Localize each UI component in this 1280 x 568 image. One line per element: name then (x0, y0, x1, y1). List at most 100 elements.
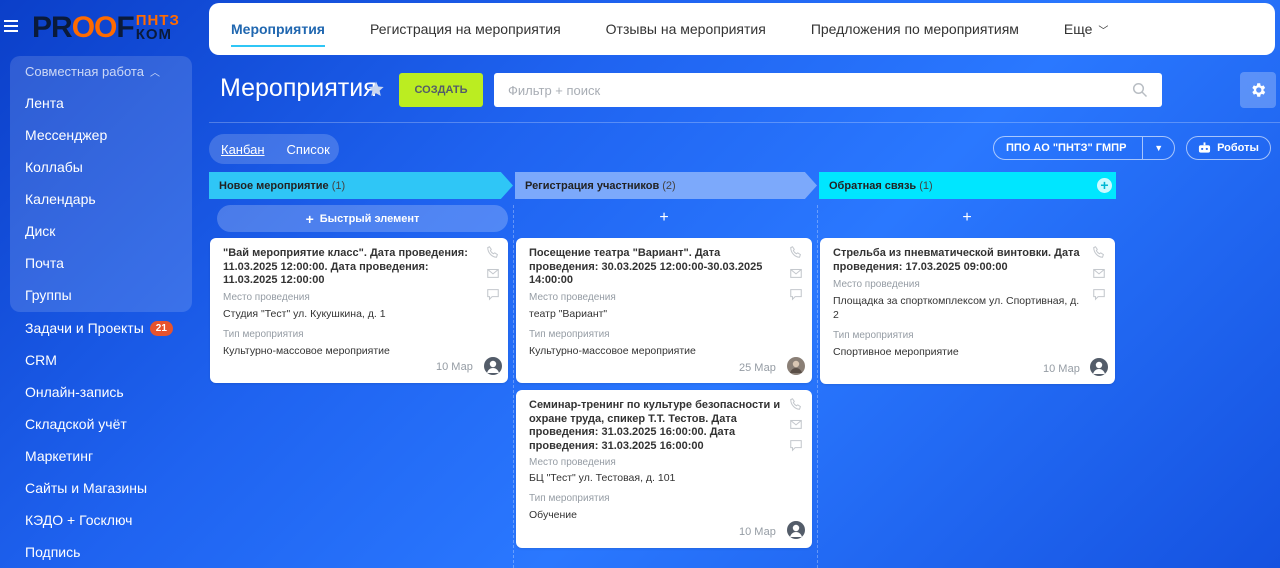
card-type-label: Тип мероприятия (833, 330, 914, 341)
sidebar-item-messenger[interactable]: Мессенджер (25, 127, 107, 143)
create-button[interactable]: СОЗДАТЬ (399, 73, 483, 107)
kanban-card[interactable]: Посещение театра "Вариант". Дата проведен… (516, 238, 812, 383)
tab-feedback[interactable]: Отзывы на мероприятия (606, 3, 766, 55)
kanban-card[interactable]: "Вай мероприятие класс". Дата проведения… (210, 238, 508, 383)
sidebar-item-tasks[interactable]: Задачи и Проекты 21 (25, 320, 173, 336)
sidebar-item-booking[interactable]: Онлайн-запись (25, 384, 124, 400)
card-date: 25 Мар (739, 362, 776, 374)
card-place-value: БЦ "Тест" ул. Тестовая, д. 101 (529, 472, 676, 484)
tab-more[interactable]: Еще ﹀ (1064, 3, 1109, 55)
add-column-icon[interactable]: + (1097, 178, 1112, 193)
sidebar-item-feed[interactable]: Лента (25, 95, 64, 111)
tasks-count-badge: 21 (149, 320, 173, 336)
phone-icon[interactable] (789, 397, 803, 411)
sidebar-item-marketing[interactable]: Маркетинг (25, 448, 93, 464)
column-header-feedback[interactable]: Обратная связь (1) (819, 172, 1116, 199)
card-title: Посещение театра "Вариант". Дата проведен… (529, 247, 763, 286)
card-date: 10 Мар (1043, 363, 1080, 375)
quick-add-button[interactable]: + Быстрый элемент (217, 205, 508, 232)
card-place-value: Студия "Тест" ул. Кукушкина, д. 1 (223, 308, 386, 320)
avatar[interactable] (1090, 358, 1108, 376)
add-card-button[interactable]: + (654, 209, 674, 227)
card-place-label: Место проведения (529, 457, 616, 468)
card-type-label: Тип мероприятия (529, 329, 610, 340)
card-title: Стрельба из пневматической винтовки. Дат… (833, 247, 1080, 273)
avatar[interactable] (787, 357, 805, 375)
chat-icon[interactable] (789, 438, 803, 452)
card-date: 10 Мар (739, 526, 776, 538)
mail-icon[interactable] (486, 266, 500, 280)
card-type-value: Обучение (529, 509, 578, 521)
phone-icon[interactable] (789, 245, 803, 259)
avatar[interactable] (787, 521, 805, 539)
column-separator (513, 205, 514, 568)
sidebar-item-collabs[interactable]: Коллабы (25, 159, 83, 175)
phone-icon[interactable] (1092, 245, 1106, 259)
kanban-card[interactable]: Семинар-тренинг по культуре безопасности… (516, 390, 812, 548)
logo-text: PROOF (32, 11, 135, 44)
sidebar-item-inventory[interactable]: Складской учёт (25, 416, 127, 432)
sidebar-item-disk[interactable]: Диск (25, 223, 55, 239)
user-icon (1093, 361, 1105, 374)
robot-icon (1199, 142, 1211, 153)
card-type-label: Тип мероприятия (529, 493, 610, 504)
phone-icon[interactable] (486, 245, 500, 259)
view-switcher: Канбан Список (209, 134, 339, 164)
avatar[interactable] (484, 357, 502, 375)
view-list[interactable]: Список (287, 142, 330, 157)
tab-registration[interactable]: Регистрация на мероприятия (370, 3, 561, 55)
card-place-label: Место проведения (529, 292, 616, 303)
card-title: Семинар-тренинг по культуре безопасности… (529, 399, 781, 452)
card-place-label: Место проведения (223, 292, 310, 303)
mail-icon[interactable] (1092, 266, 1106, 280)
sidebar-item-mail[interactable]: Почта (25, 255, 64, 271)
tab-events[interactable]: Мероприятия (231, 3, 325, 55)
card-place-value: театр "Вариант" (529, 308, 608, 320)
add-card-button[interactable]: + (957, 209, 977, 227)
header-divider (209, 122, 1280, 123)
mail-icon[interactable] (789, 266, 803, 280)
user-photo-icon (790, 360, 802, 373)
card-place-value: Площадка за спорткомплексом ул. Спортивн… (833, 295, 1080, 321)
sidebar-item-sites[interactable]: Сайты и Магазины (25, 480, 147, 496)
logo-subtext: ПНТЗ КОМ (135, 12, 180, 43)
chevron-down-icon: ﹀ (1098, 25, 1109, 37)
card-title: "Вай мероприятие класс". Дата проведения… (223, 247, 468, 286)
chat-icon[interactable] (486, 287, 500, 301)
logo[interactable]: PROOF ПНТЗ КОМ (32, 10, 180, 46)
search-input[interactable] (494, 73, 1162, 107)
tab-suggestions[interactable]: Предложения по мероприятиям (811, 3, 1019, 55)
search-icon[interactable] (1132, 82, 1148, 98)
menu-icon[interactable] (4, 20, 18, 32)
sidebar-item-sign[interactable]: Подпись (25, 544, 80, 560)
caret-down-icon[interactable]: ▼ (1142, 137, 1174, 159)
sidebar-item-calendar[interactable]: Календарь (25, 191, 96, 207)
user-icon (487, 360, 499, 373)
robots-button[interactable]: Роботы (1186, 136, 1271, 160)
card-type-value: Культурно-массовое мероприятие (529, 345, 696, 357)
mail-icon[interactable] (789, 417, 803, 431)
gear-icon (1252, 83, 1266, 97)
plus-icon: + (305, 210, 314, 227)
view-kanban[interactable]: Канбан (221, 142, 265, 157)
top-tabs: Мероприятия Регистрация на мероприятия О… (209, 3, 1275, 55)
card-type-value: Спортивное мероприятие (833, 346, 959, 358)
sidebar-item-kedo[interactable]: КЭДО + Госключ (25, 512, 132, 528)
sidebar: PROOF ПНТЗ КОМ Совместная работа ︿ Лента М… (0, 0, 200, 568)
sidebar-item-crm[interactable]: CRM (25, 352, 57, 368)
chat-icon[interactable] (1092, 287, 1106, 301)
sidebar-group-collab[interactable]: Совместная работа ︿ (25, 64, 160, 79)
settings-button[interactable] (1240, 72, 1276, 108)
star-icon[interactable] (367, 80, 385, 98)
card-place-label: Место проведения (833, 279, 920, 290)
company-selector[interactable]: ППО АО "ПНТЗ" ГМПР ▼ (993, 136, 1175, 160)
column-header-new[interactable]: Новое мероприятие (1) (209, 172, 513, 199)
sidebar-item-groups[interactable]: Группы (25, 287, 72, 303)
user-icon (790, 524, 802, 537)
chat-icon[interactable] (789, 287, 803, 301)
column-header-registration[interactable]: Регистрация участников (2) (515, 172, 817, 199)
card-type-value: Культурно-массовое мероприятие (223, 345, 390, 357)
kanban-card[interactable]: Стрельба из пневматической винтовки. Дат… (820, 238, 1115, 384)
company-label: ППО АО "ПНТЗ" ГМПР (1006, 142, 1127, 154)
column-separator (817, 205, 818, 568)
